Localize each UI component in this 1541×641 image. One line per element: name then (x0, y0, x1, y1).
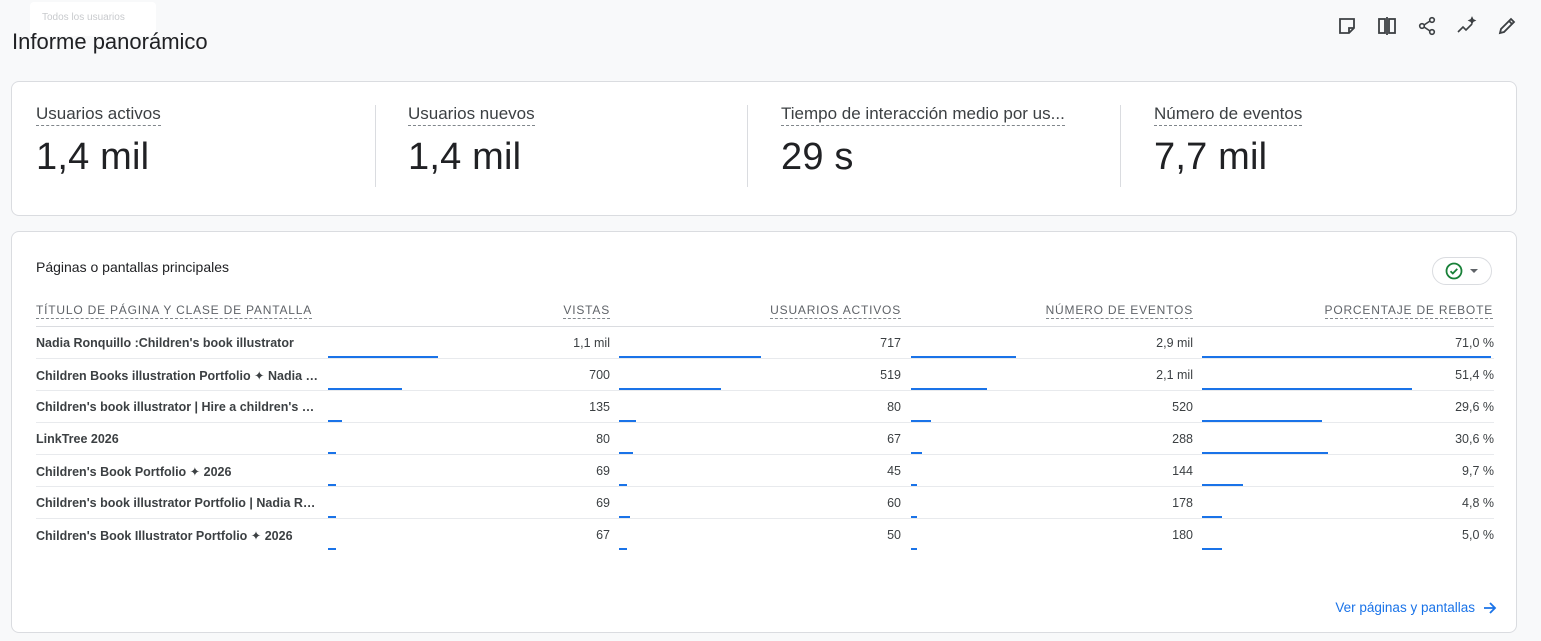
kpi-card: Usuarios activos 1,4 mil Usuarios nuevos… (11, 81, 1517, 216)
kpi-value: 29 s (781, 136, 854, 178)
kpi-label: Usuarios nuevos (408, 104, 535, 126)
section-title: Páginas o pantallas principales (36, 259, 230, 275)
bar-active-users (619, 548, 628, 550)
kpi-label: Número de eventos (1154, 104, 1303, 126)
cell-active-users: 717 (880, 336, 901, 350)
cell-views: 69 (596, 496, 610, 510)
table-row[interactable]: Children Books illustration Portfolio ✦ … (36, 359, 1494, 391)
kpi-value: 7,7 mil (1154, 136, 1268, 178)
cell-active-users: 60 (887, 496, 901, 510)
kpi-value: 1,4 mil (408, 136, 522, 178)
row-page-title[interactable]: Nadia Ronquillo :Children's book illustr… (36, 336, 321, 350)
kpi-value: 1,4 mil (36, 136, 150, 178)
table-row[interactable]: Children's book illustrator Portfolio | … (36, 487, 1494, 519)
row-page-title[interactable]: Children's Book Illustrator Portfolio ✦ … (36, 528, 321, 543)
col-bounce-rate[interactable]: PORCENTAJE DE REBOTE (1324, 303, 1493, 319)
cell-bounce-rate: 30,6 % (1455, 432, 1494, 446)
page-title: Informe panorámico (12, 28, 208, 54)
cell-active-users: 80 (887, 400, 901, 414)
cell-event-count: 288 (1172, 432, 1193, 446)
view-pages-link[interactable]: Ver páginas y pantallas (1335, 600, 1497, 615)
cell-active-users: 67 (887, 432, 901, 446)
bar-bounce-rate (1202, 548, 1223, 550)
edit-icon[interactable] (1497, 13, 1517, 39)
cell-views: 80 (596, 432, 610, 446)
kpi-divider (375, 105, 376, 187)
table-row[interactable]: Nadia Ronquillo :Children's book illustr… (36, 327, 1494, 359)
col-event-count[interactable]: NÚMERO DE EVENTOS (1045, 303, 1193, 319)
caret-down-icon (1470, 269, 1478, 273)
cell-views: 67 (596, 528, 610, 542)
cell-active-users: 519 (880, 368, 901, 382)
report-header: Todos los usuarios Informe panorámico (0, 0, 1541, 62)
table-row[interactable]: Children's Book Illustrator Portfolio ✦ … (36, 519, 1494, 551)
check-circle-icon (1445, 262, 1463, 280)
table-row[interactable]: Children's Book Portfolio ✦ 2026 69 45 144 9… (36, 455, 1494, 487)
col-page-title[interactable]: TÍTULO DE PÁGINA Y CLASE DE PANTALLA (36, 303, 312, 319)
cell-event-count: 2,1 mil (1156, 368, 1193, 382)
cell-bounce-rate: 9,7 % (1462, 464, 1494, 478)
kpi-label: Usuarios activos (36, 104, 161, 126)
row-page-title[interactable]: Children's Book Portfolio ✦ 2026 (36, 464, 321, 479)
cell-views: 135 (589, 400, 610, 414)
cell-bounce-rate: 71,0 % (1455, 336, 1494, 350)
table-row[interactable]: Children's book illustrator | Hire a chi… (36, 391, 1494, 423)
kpi-engagement-time[interactable]: Tiempo de interacción medio por us... 29… (781, 104, 1111, 179)
row-page-title[interactable]: Children's book illustrator Portfolio | … (36, 496, 321, 510)
cell-event-count: 2,9 mil (1156, 336, 1193, 350)
share-icon[interactable] (1417, 13, 1437, 39)
cell-views: 700 (589, 368, 610, 382)
compare-dropdown[interactable] (1432, 257, 1492, 285)
compare-columns-icon[interactable] (1377, 13, 1397, 39)
note-icon[interactable] (1337, 13, 1357, 39)
row-page-title[interactable]: Children Books illustration Portfolio ✦ … (36, 368, 321, 383)
cell-views: 1,1 mil (573, 336, 610, 350)
bar-event-count (911, 548, 917, 550)
report-toolbar (1337, 13, 1517, 39)
cell-views: 69 (596, 464, 610, 478)
cell-event-count: 144 (1172, 464, 1193, 478)
insights-icon[interactable] (1457, 13, 1477, 39)
kpi-divider (747, 105, 748, 187)
kpi-new-users[interactable]: Usuarios nuevos 1,4 mil (408, 104, 738, 179)
kpi-active-users[interactable]: Usuarios activos 1,4 mil (36, 104, 366, 179)
kpi-event-count[interactable]: Número de eventos 7,7 mil (1154, 104, 1484, 179)
col-views[interactable]: VISTAS (563, 303, 610, 319)
col-active-users[interactable]: USUARIOS ACTIVOS (770, 303, 901, 319)
table-row[interactable]: LinkTree 2026 80 67 288 30,6 % (36, 423, 1494, 455)
row-page-title[interactable]: Children's book illustrator | Hire a chi… (36, 400, 321, 414)
cell-bounce-rate: 29,6 % (1455, 400, 1494, 414)
cell-active-users: 45 (887, 464, 901, 478)
cell-bounce-rate: 51,4 % (1455, 368, 1494, 382)
kpi-label: Tiempo de interacción medio por us... (781, 104, 1065, 126)
arrow-right-icon (1484, 601, 1497, 614)
cell-event-count: 178 (1172, 496, 1193, 510)
cell-event-count: 520 (1172, 400, 1193, 414)
kpi-divider (1120, 105, 1121, 187)
cell-event-count: 180 (1172, 528, 1193, 542)
bar-views (328, 548, 337, 550)
cell-active-users: 50 (887, 528, 901, 542)
cell-bounce-rate: 5,0 % (1462, 528, 1494, 542)
row-page-title[interactable]: LinkTree 2026 (36, 432, 321, 446)
top-pages-card: Páginas o pantallas principales TÍTULO D… (11, 231, 1517, 633)
view-pages-label: Ver páginas y pantallas (1335, 600, 1475, 615)
cell-bounce-rate: 4,8 % (1462, 496, 1494, 510)
